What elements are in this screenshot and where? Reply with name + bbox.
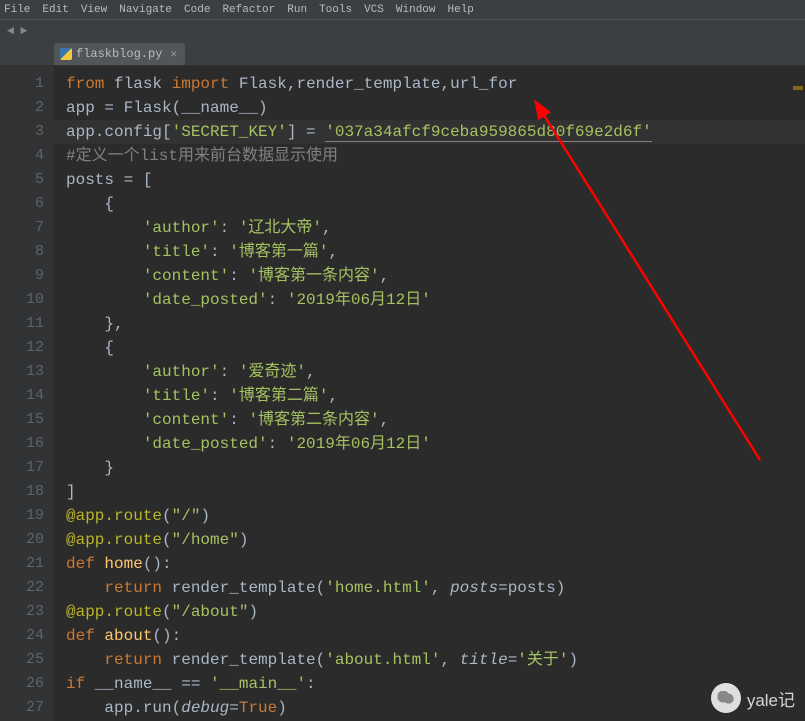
line-number: 12 [0, 336, 44, 360]
line-number: 10 [0, 288, 44, 312]
editor: 1234567891011121314151617181920212223242… [0, 66, 805, 721]
code-line[interactable]: def about(): [66, 624, 805, 648]
line-number-gutter: 1234567891011121314151617181920212223242… [0, 66, 54, 721]
code-line[interactable]: ] [66, 480, 805, 504]
watermark: yale记 [711, 683, 795, 713]
code-line[interactable]: from flask import Flask,render_template,… [66, 72, 805, 96]
code-line[interactable]: 'content': '博客第二条内容', [66, 408, 805, 432]
watermark-text: yale记 [747, 686, 795, 711]
code-line[interactable]: 'author': '爱奇迹', [66, 360, 805, 384]
code-line[interactable]: app.run(debug=True) [66, 696, 805, 720]
code-line[interactable]: @app.route("/about") [66, 600, 805, 624]
code-line[interactable]: 'date_posted': '2019年06月12日' [66, 288, 805, 312]
menu-bar: File Edit View Navigate Code Refactor Run Tools… [0, 0, 805, 20]
line-number: 8 [0, 240, 44, 264]
line-number: 26 [0, 672, 44, 696]
code-line[interactable]: 'date_posted': '2019年06月12日' [66, 432, 805, 456]
menu-item[interactable]: Tools [319, 4, 352, 16]
code-line[interactable]: 'author': '辽北大帝', [66, 216, 805, 240]
code-line[interactable]: app.config['SECRET_KEY'] = '037a34afcf9c… [66, 120, 805, 144]
line-number: 2 [0, 96, 44, 120]
line-number: 23 [0, 600, 44, 624]
line-number: 14 [0, 384, 44, 408]
line-number: 15 [0, 408, 44, 432]
code-line[interactable]: def home(): [66, 552, 805, 576]
line-number: 22 [0, 576, 44, 600]
menu-item[interactable]: Navigate [119, 4, 172, 16]
line-number: 1 [0, 72, 44, 96]
code-line[interactable]: }, [66, 312, 805, 336]
code-line[interactable]: #定义一个list用来前台数据显示使用 [66, 144, 805, 168]
tab-bar: flaskblog.py ✕ [0, 42, 805, 66]
line-number: 5 [0, 168, 44, 192]
menu-item[interactable]: Help [448, 4, 474, 16]
menu-item[interactable]: VCS [364, 4, 384, 16]
line-number: 18 [0, 480, 44, 504]
line-number: 27 [0, 696, 44, 720]
nav-bar: ◄ ► [0, 20, 805, 42]
line-number: 17 [0, 456, 44, 480]
code-line[interactable]: } [66, 456, 805, 480]
line-number: 7 [0, 216, 44, 240]
code-line[interactable]: return render_template('home.html', post… [66, 576, 805, 600]
line-number: 25 [0, 648, 44, 672]
menu-item[interactable]: File [4, 4, 30, 16]
menu-item[interactable]: Window [396, 4, 436, 16]
code-line[interactable]: posts = [ [66, 168, 805, 192]
nav-back-icon[interactable]: ◄ [7, 24, 14, 38]
code-line[interactable]: if __name__ == '__main__': [66, 672, 805, 696]
tab-flaskblog[interactable]: flaskblog.py ✕ [54, 43, 185, 65]
python-file-icon [60, 48, 72, 60]
line-number: 9 [0, 264, 44, 288]
line-number: 13 [0, 360, 44, 384]
line-number: 6 [0, 192, 44, 216]
line-number: 24 [0, 624, 44, 648]
menu-item[interactable]: Code [184, 4, 210, 16]
menu-item[interactable]: Run [287, 4, 307, 16]
wechat-icon [711, 683, 741, 713]
close-icon[interactable]: ✕ [170, 47, 177, 61]
code-line[interactable]: return render_template('about.html', tit… [66, 648, 805, 672]
line-number: 16 [0, 432, 44, 456]
code-line[interactable]: 'content': '博客第一条内容', [66, 264, 805, 288]
code-line[interactable]: @app.route("/") [66, 504, 805, 528]
line-number: 3 [0, 120, 44, 144]
code-line[interactable]: { [66, 336, 805, 360]
line-number: 21 [0, 552, 44, 576]
code-line[interactable]: { [66, 192, 805, 216]
code-line[interactable]: 'title': '博客第一篇', [66, 240, 805, 264]
tab-label: flaskblog.py [76, 47, 162, 61]
code-area[interactable]: from flask import Flask,render_template,… [54, 66, 805, 721]
menu-item[interactable]: Refactor [222, 4, 275, 16]
nav-forward-icon[interactable]: ► [20, 24, 27, 38]
line-number: 11 [0, 312, 44, 336]
line-number: 20 [0, 528, 44, 552]
line-number: 4 [0, 144, 44, 168]
menu-item[interactable]: Edit [42, 4, 68, 16]
line-number: 19 [0, 504, 44, 528]
menu-item[interactable]: View [81, 4, 107, 16]
code-line[interactable]: 'title': '博客第二篇', [66, 384, 805, 408]
code-line[interactable]: @app.route("/home") [66, 528, 805, 552]
code-line[interactable]: app = Flask(__name__) [66, 96, 805, 120]
